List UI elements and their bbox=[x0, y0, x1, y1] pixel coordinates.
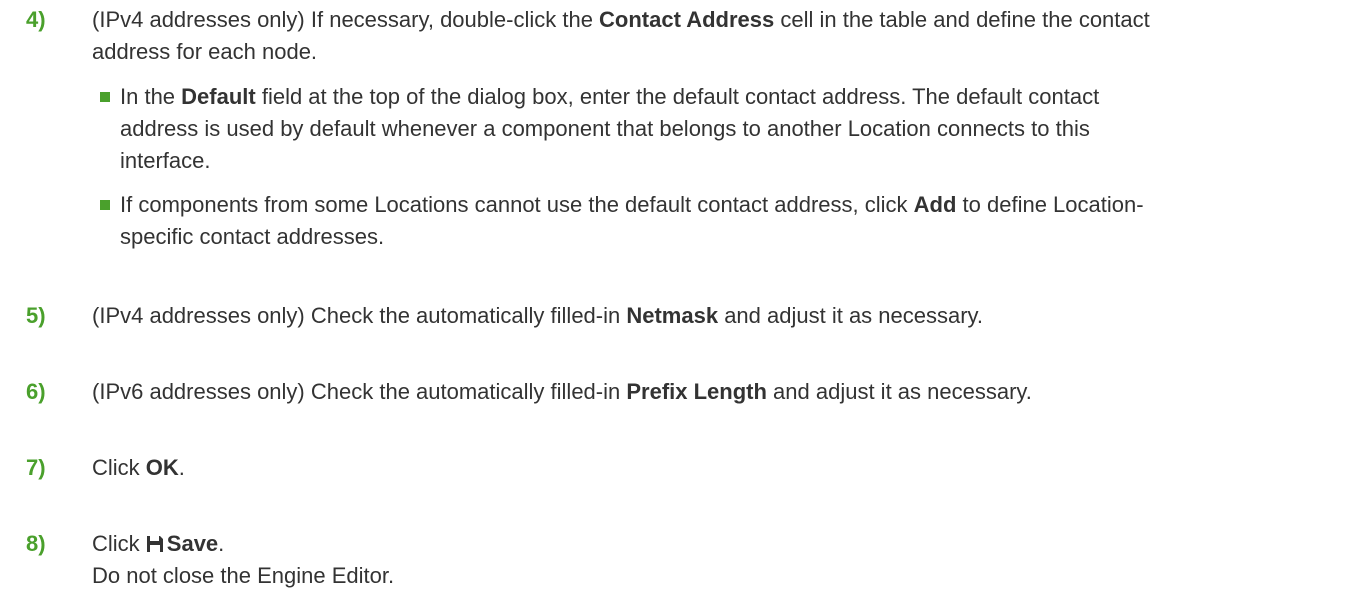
bullet-text-part: field at the top of the dialog box, ente… bbox=[255, 84, 1100, 109]
step-text: (IPv4 addresses only) If necessary, doub… bbox=[92, 4, 1352, 68]
step-text-part: (IPv6 addresses only) Check the automati… bbox=[92, 379, 627, 404]
bullet-item-default: In the Default field at the top of the d… bbox=[100, 81, 1345, 177]
ui-term: OK bbox=[145, 455, 179, 480]
save-icon bbox=[146, 536, 163, 552]
step-text-line: address for each node. bbox=[92, 39, 318, 64]
ui-term: Default bbox=[181, 84, 256, 109]
ui-term: Netmask bbox=[626, 303, 719, 328]
bullet-text-part: In the bbox=[120, 84, 182, 109]
step-number: 6) bbox=[26, 379, 46, 404]
step-text: Click Save. Do not close the Engine Edit… bbox=[92, 528, 1352, 592]
bullet-text-line: specific contact addresses. bbox=[120, 224, 385, 249]
bullet-text-part: If components from some Locations cannot… bbox=[120, 192, 914, 217]
bullet-item-add: If components from some Locations cannot… bbox=[100, 189, 1345, 253]
step-number: 7) bbox=[26, 455, 46, 480]
step-text-part: cell in the table and define the contact bbox=[774, 7, 1150, 32]
step-number: 8) bbox=[26, 531, 46, 556]
step-text-part: and adjust it as necessary. bbox=[766, 379, 1032, 404]
bullet-text-line: address is used by default whenever a co… bbox=[120, 116, 1090, 141]
ui-term: Add bbox=[913, 192, 957, 217]
step-text-part: . bbox=[218, 531, 225, 556]
step-text-part: Click bbox=[92, 531, 146, 556]
bullet-square-icon bbox=[100, 200, 110, 210]
step-text-part: Click bbox=[92, 455, 146, 480]
ui-term: Save bbox=[166, 531, 219, 556]
step-text-part: (IPv4 addresses only) Check the automati… bbox=[92, 303, 627, 328]
bullet-text-line: interface. bbox=[120, 148, 211, 173]
step-number: 5) bbox=[26, 303, 46, 328]
bullet-text-part: to define Location- bbox=[956, 192, 1144, 217]
step-text-part: . bbox=[178, 455, 185, 480]
step-text-line: Do not close the Engine Editor. bbox=[92, 563, 395, 588]
step-text: Click OK. bbox=[92, 452, 1352, 484]
ui-term: Contact Address bbox=[599, 7, 775, 32]
ui-term: Prefix Length bbox=[626, 379, 767, 404]
step-text-part: (IPv4 addresses only) If necessary, doub… bbox=[92, 7, 600, 32]
step-text: (IPv4 addresses only) Check the automati… bbox=[92, 300, 1352, 332]
bullet-square-icon bbox=[100, 92, 110, 102]
step-number: 4) bbox=[26, 7, 46, 32]
step-text: (IPv6 addresses only) Check the automati… bbox=[92, 376, 1352, 408]
step-text-part: and adjust it as necessary. bbox=[718, 303, 984, 328]
